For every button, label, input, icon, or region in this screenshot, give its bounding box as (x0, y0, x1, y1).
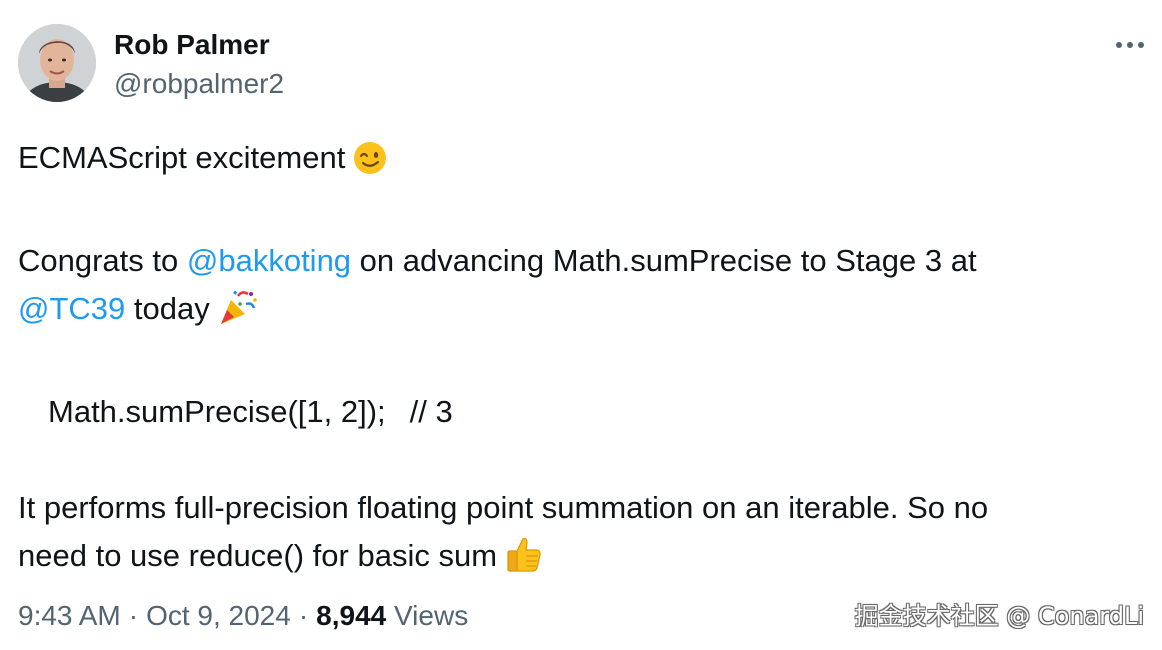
author-name[interactable]: Rob Palmer (114, 28, 270, 62)
code-statement: Math.sumPrecise([1, 2]); (48, 394, 386, 429)
views-count: 8,944 (316, 600, 387, 631)
author-handle[interactable]: @robpalmer2 (114, 67, 284, 101)
tweet-line: It performs full-precision floating poin… (18, 490, 989, 525)
tweet-line-text: ECMAScript excitement (18, 140, 346, 175)
tweet-line: need to use reduce() for basic sum (18, 532, 1148, 587)
tweet-date[interactable]: Oct 9, 2024 (146, 600, 291, 631)
avatar[interactable] (18, 24, 96, 102)
more-horizontal-icon (1116, 42, 1144, 48)
mention-tc39-link[interactable]: @TC39 (18, 291, 125, 326)
more-options-button[interactable] (1112, 30, 1148, 60)
separator: · (298, 600, 309, 631)
winking-face-icon (353, 141, 387, 189)
thumbs-up-icon (505, 535, 543, 587)
tweet-line-text: on advancing Math.sumPrecise to Stage 3 … (351, 243, 977, 278)
party-popper-icon (218, 288, 258, 340)
watermark: 掘金技术社区 @ ConardLi (854, 602, 1144, 630)
tweet-text: ECMAScript excitement Congrats to @bakko… (18, 134, 1148, 587)
tweet-card: Rob Palmer @robpalmer2 ECMAScript excite… (0, 0, 1162, 650)
mention-bakkoting-link[interactable]: @bakkoting (187, 243, 351, 278)
tweet-line: ECMAScript excitement (18, 134, 1148, 189)
code-comment: // 3 (409, 394, 453, 429)
tweet-line: Congrats to @bakkoting on advancing Math… (18, 237, 1148, 285)
tweet-line-text: Congrats to (18, 243, 187, 278)
separator: · (128, 600, 139, 631)
tweet-line-text: today (125, 291, 210, 326)
tweet-time[interactable]: 9:43 AM (18, 600, 121, 631)
tweet-line-text: need to use reduce() for basic sum (18, 538, 498, 573)
tweet-meta: 9:43 AM · Oct 9, 2024 · 8,944 Views (18, 598, 468, 634)
avatar-photo (18, 24, 96, 102)
views-label: Views (394, 600, 469, 631)
tweet-line: @TC39 today (18, 285, 1148, 340)
code-snippet: Math.sumPrecise([1, 2]); // 3 (18, 388, 1148, 436)
